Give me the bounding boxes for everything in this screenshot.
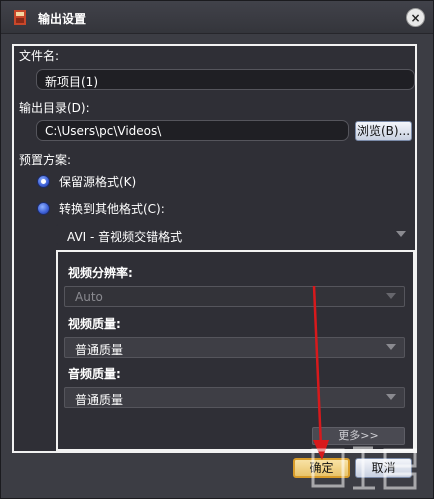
radio-convert-format[interactable]: 转换到其他格式(C): (37, 199, 165, 217)
output-dir-label: 输出目录(D): (19, 101, 90, 115)
radio-convert-indicator[interactable] (37, 201, 50, 215)
resolution-label: 视频分辨率: (68, 266, 133, 280)
video-quality-select-value: 普通质量 (75, 343, 124, 357)
chevron-down-icon (386, 394, 396, 400)
preset-label: 预置方案: (19, 153, 72, 167)
format-select-value: AVI - 音视频交错格式 (67, 230, 183, 244)
output-settings-dialog: 输出设置 × 文件名: 新项目(1) 输出目录(D): C:\Users\pc\… (0, 0, 434, 499)
resolution-select[interactable]: Auto (64, 286, 405, 307)
close-icon: × (410, 10, 421, 25)
watermark-logo (311, 446, 417, 490)
chevron-down-icon (386, 293, 396, 299)
video-quality-select[interactable]: 普通质量 (64, 337, 405, 358)
output-dir-field[interactable]: C:\Users\pc\Videos\ (36, 120, 349, 141)
audio-quality-select-value: 普通质量 (75, 393, 124, 407)
dialog-title: 输出设置 (38, 12, 87, 26)
radio-keep-source-format[interactable]: 保留源格式(K) (37, 172, 136, 190)
radio-convert-label: 转换到其他格式(C): (59, 201, 165, 216)
radio-keep-label: 保留源格式(K) (59, 174, 137, 189)
filename-field[interactable]: 新项目(1) (36, 69, 415, 90)
filename-label: 文件名: (19, 49, 60, 63)
format-select[interactable]: AVI - 音视频交错格式 (56, 224, 415, 245)
close-button[interactable]: × (406, 8, 425, 27)
browse-button[interactable]: 浏览(B)... (355, 121, 412, 141)
audio-quality-label: 音频质量: (68, 367, 121, 381)
audio-quality-select[interactable]: 普通质量 (64, 387, 405, 408)
chevron-down-icon (396, 231, 406, 237)
radio-keep-indicator[interactable] (37, 174, 50, 188)
resolution-select-value: Auto (75, 290, 103, 304)
chevron-down-icon (386, 344, 396, 350)
video-quality-label: 视频质量: (68, 317, 121, 331)
title-bar[interactable]: 输出设置 × (1, 1, 433, 34)
app-logo-icon (14, 10, 26, 25)
